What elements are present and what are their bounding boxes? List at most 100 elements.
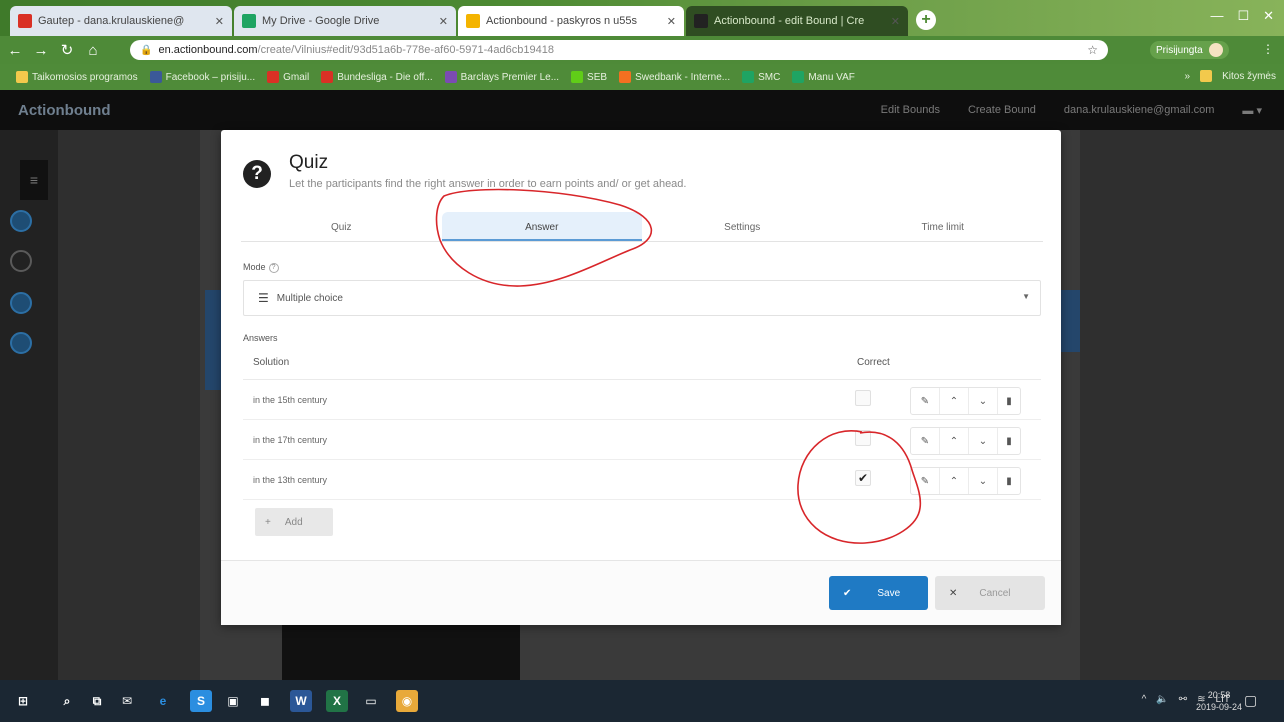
info-icon[interactable] xyxy=(10,250,32,272)
excel-icon[interactable]: X xyxy=(326,690,348,712)
drive-icon xyxy=(242,14,256,28)
search-icon[interactable]: ⌕ xyxy=(56,690,78,712)
mail-icon[interactable]: ✉ xyxy=(116,690,138,712)
browser-tab[interactable]: Gautep - dana.krulauskiene@ ✕ xyxy=(10,6,232,36)
actionbound-icon xyxy=(694,14,708,28)
chevron-right-icon[interactable]: » xyxy=(1185,71,1191,82)
avatar xyxy=(1208,43,1223,57)
close-icon[interactable]: ✕ xyxy=(667,15,676,28)
address-bar[interactable]: 🔒 en.actionbound.com /create/Vilnius#edi… xyxy=(130,40,1108,60)
correct-checkbox[interactable] xyxy=(855,430,871,446)
pencil-icon[interactable]: ✎ xyxy=(911,428,940,454)
pencil-icon[interactable]: ✎ xyxy=(911,468,940,494)
bookmark-item[interactable]: Barclays Premier Le... xyxy=(444,71,559,83)
trash-icon[interactable]: ▮ xyxy=(998,388,1020,414)
minimize-icon[interactable]: — xyxy=(1210,8,1223,24)
close-icon[interactable]: ✕ xyxy=(215,15,224,28)
save-label: Save xyxy=(877,587,901,599)
task-view-icon[interactable]: ⧉ xyxy=(86,690,108,712)
maximize-icon[interactable]: ☐ xyxy=(1237,8,1249,24)
gmail-icon xyxy=(267,71,280,83)
folder-icon xyxy=(1200,70,1213,82)
bookmark-item[interactable]: SEB xyxy=(571,71,607,83)
add-icon[interactable] xyxy=(10,210,32,232)
windows-start-icon[interactable]: ⊞ xyxy=(12,690,34,712)
close-icon[interactable]: ✕ xyxy=(439,15,448,28)
bookmark-label: Facebook – prisiju... xyxy=(165,71,256,83)
row-actions: ✎ ⌃ ⌄ ▮ xyxy=(910,387,1021,415)
other-bookmarks[interactable]: » Kitos žymės xyxy=(1185,70,1276,82)
hamburger-icon[interactable]: ≡ xyxy=(20,160,48,200)
caret-down-icon: ▼ xyxy=(1022,292,1030,301)
chevron-down-icon[interactable]: ⌄ xyxy=(969,428,998,454)
modal-title: Quiz xyxy=(289,152,329,173)
bookmark-label: SEB xyxy=(587,71,608,83)
chevron-up-icon[interactable]: ⌃ xyxy=(940,428,969,454)
bookmark-item[interactable]: Swedbank - Interne... xyxy=(619,71,730,83)
store-icon[interactable]: ▣ xyxy=(222,690,244,712)
correct-checkbox-checked[interactable]: ✔ xyxy=(855,470,871,486)
tab-time-limit[interactable]: Time limit xyxy=(843,212,1044,241)
word-icon[interactable]: W xyxy=(290,690,312,712)
bookmark-item[interactable]: Taikomosios programos xyxy=(16,71,138,83)
bookmark-item[interactable]: Manu VAF xyxy=(792,71,855,83)
app-logo[interactable]: Actionbound xyxy=(18,102,110,119)
skype-icon[interactable]: S xyxy=(190,690,212,712)
tab-answer[interactable]: Answer xyxy=(441,212,642,241)
browser-tab[interactable]: Actionbound - edit Bound | Cre ✕ xyxy=(686,6,908,36)
edge-icon[interactable]: e xyxy=(152,690,174,712)
save-button[interactable]: ✔ Save xyxy=(829,576,928,610)
menu-kebab-icon[interactable]: ⋮ xyxy=(1262,42,1274,56)
answer-text[interactable]: in the 13th century xyxy=(253,475,327,485)
trash-icon[interactable]: ▮ xyxy=(998,468,1020,494)
answer-text[interactable]: in the 17th century xyxy=(253,435,327,445)
tab-settings[interactable]: Settings xyxy=(642,212,843,241)
download-icon[interactable] xyxy=(10,332,32,354)
reload-icon[interactable]: ↻ xyxy=(56,41,78,59)
photos-icon[interactable]: ▭ xyxy=(360,690,382,712)
bookmark-item[interactable]: Facebook – prisiju... xyxy=(149,71,256,83)
network-icon[interactable]: ⚯ xyxy=(1179,694,1187,705)
trash-icon[interactable]: ▮ xyxy=(998,428,1020,454)
close-window-icon[interactable]: ✕ xyxy=(1263,8,1274,24)
bookmark-star-icon[interactable]: ☆ xyxy=(1087,43,1098,57)
clock[interactable]: 20:58 2019-09-24 xyxy=(1196,689,1242,713)
help-icon[interactable]: ? xyxy=(268,262,279,273)
close-icon[interactable]: ✕ xyxy=(891,15,900,28)
volume-icon[interactable]: 🔈 xyxy=(1156,694,1168,705)
chevron-up-icon[interactable]: ⌃ xyxy=(940,388,969,414)
add-answer-button[interactable]: + Add xyxy=(255,508,333,536)
flag-icon[interactable]: ▬ ▾ xyxy=(1242,104,1262,117)
notification-icon[interactable]: ▢ xyxy=(1244,692,1257,709)
mode-label: Mode xyxy=(243,262,266,272)
nav-account[interactable]: dana.krulauskiene@gmail.com xyxy=(1064,104,1215,117)
bookmark-item[interactable]: SMC xyxy=(742,71,780,83)
nav-create-bound[interactable]: Create Bound xyxy=(968,104,1036,117)
browser-tab[interactable]: Actionbound - paskyros n u55s ✕ xyxy=(458,6,684,36)
actionbound-icon xyxy=(466,14,480,28)
pencil-icon[interactable]: ✎ xyxy=(911,388,940,414)
new-tab-button[interactable]: + xyxy=(916,10,936,30)
mode-select[interactable]: ☰ Multiple choice ▼ xyxy=(243,280,1041,316)
app-icon[interactable]: ◼ xyxy=(254,690,276,712)
background-accent xyxy=(1060,290,1080,352)
chevron-up-icon[interactable]: ^ xyxy=(1142,694,1147,705)
bookmark-item[interactable]: Bundesliga - Die off... xyxy=(321,71,433,83)
chevron-down-icon[interactable]: ⌄ xyxy=(969,388,998,414)
correct-checkbox[interactable] xyxy=(855,390,871,406)
chevron-up-icon[interactable]: ⌃ xyxy=(940,468,969,494)
bookmark-item[interactable]: Gmail xyxy=(267,71,309,83)
edit-icon[interactable] xyxy=(10,292,32,314)
check-icon: ✔ xyxy=(843,587,852,599)
nav-edit-bounds[interactable]: Edit Bounds xyxy=(881,104,940,117)
cancel-button[interactable]: ✕ Cancel xyxy=(935,576,1045,610)
chevron-down-icon[interactable]: ⌄ xyxy=(969,468,998,494)
chrome-icon[interactable]: ◉ xyxy=(396,690,418,712)
back-icon[interactable]: ← xyxy=(4,42,26,59)
forward-icon[interactable]: → xyxy=(30,42,52,59)
tab-quiz[interactable]: Quiz xyxy=(241,212,442,241)
home-icon[interactable]: ⌂ xyxy=(82,42,104,59)
browser-tab[interactable]: My Drive - Google Drive ✕ xyxy=(234,6,456,36)
profile-button[interactable]: Prisijungta xyxy=(1150,41,1229,59)
answer-text[interactable]: in the 15th century xyxy=(253,395,327,405)
